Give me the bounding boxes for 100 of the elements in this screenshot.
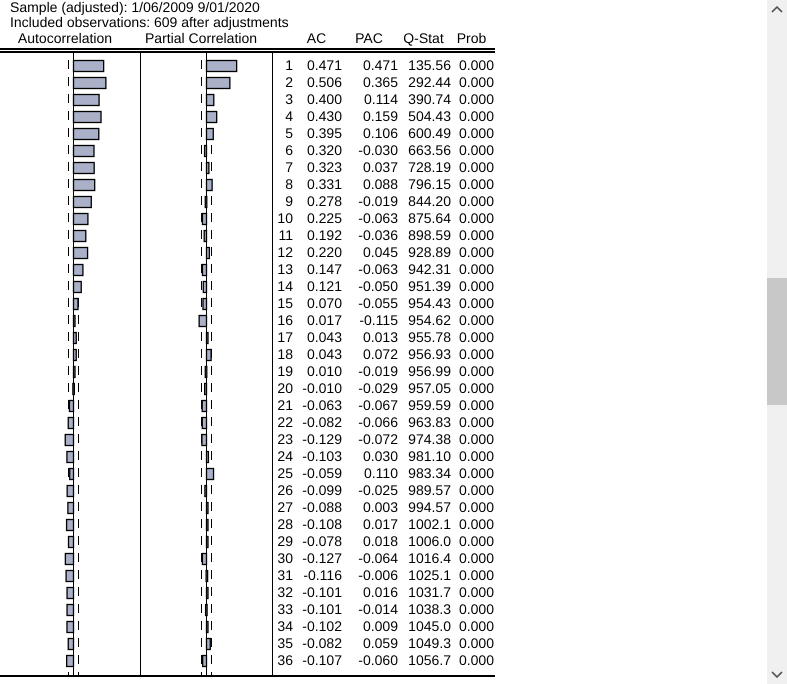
lag-cell-text: 27	[276, 499, 293, 516]
prob-cell-text: 0.000	[458, 601, 494, 618]
q-stat-cell-text: 1045.0	[407, 618, 451, 635]
lag-cell-text: 12	[276, 244, 293, 261]
ac-cell-text: -0.127	[301, 550, 342, 567]
ac-cell-text: -0.101	[301, 584, 342, 601]
scrollbar-thumb[interactable]	[767, 278, 787, 405]
prob-cell-text: 0.000	[458, 533, 494, 550]
ac-cell-text: -0.116	[302, 567, 342, 584]
q-stat-cell-text: 663.56	[407, 142, 451, 159]
observations-text: Included observations: 609 after adjustments	[9, 15, 290, 30]
prob-cell-text: 0.000	[458, 346, 494, 363]
q-stat-cell-text: 981.10	[407, 448, 451, 465]
ac-cell-text: -0.059	[301, 465, 342, 482]
prob-cell-text: 0.000	[458, 91, 494, 108]
q-stat-cell-text: 1016.4	[407, 550, 451, 567]
ac-cell-text: -0.101	[301, 601, 342, 618]
lag-cell-text: 23	[276, 431, 293, 448]
ac-cell-text: 0.147	[306, 261, 342, 278]
pac-cell-text: 0.018	[362, 533, 398, 550]
prob-cell-text: 0.000	[458, 193, 494, 210]
ac-cell-text: 0.017	[306, 312, 342, 329]
lag-cell-text: 25	[276, 465, 293, 482]
q-stat-cell-text: 504.43	[407, 108, 451, 125]
q-stat-cell-text: 983.34	[407, 465, 451, 482]
q-stat-cell-text: 875.64	[407, 210, 451, 227]
prob-cell-text: 0.000	[458, 482, 494, 499]
pac-cell-text: -0.063	[357, 261, 398, 278]
ac-cell-text: 0.121	[306, 278, 342, 295]
q-stat-cell-text: 600.49	[407, 125, 451, 142]
ac-cell-text: 0.278	[306, 193, 342, 210]
lag-cell-text: 2	[284, 74, 293, 91]
column-header: Prob	[456, 30, 488, 46]
ac-cell-text: 0.225	[306, 210, 342, 227]
ac-cell-text: -0.108	[301, 516, 342, 533]
ac-cell-text: 0.395	[306, 125, 342, 142]
lag-cell-text: 22	[276, 414, 293, 431]
column-header: Partial Correlation	[144, 30, 258, 46]
prob-cell-text: 0.000	[458, 176, 494, 193]
lag-cell-text: 7	[284, 159, 293, 176]
pac-cell-text: -0.115	[358, 312, 398, 329]
prob-cell-text: 0.000	[458, 57, 494, 74]
prob-cell-text: 0.000	[458, 652, 494, 669]
prob-cell-text: 0.000	[458, 74, 494, 91]
pac-cell-text: -0.067	[357, 397, 398, 414]
ac-cell-text: 0.070	[306, 295, 342, 312]
prob-cell-text: 0.000	[458, 261, 494, 278]
pac-cell-text: -0.006	[357, 567, 398, 584]
prob-cell-text: 0.000	[458, 363, 494, 380]
lag-cell-text: 31	[276, 567, 293, 584]
column-header: Autocorrelation	[16, 30, 114, 46]
pac-cell-text: -0.014	[357, 601, 398, 618]
prob-cell-text: 0.000	[458, 618, 494, 635]
lag-cell-text: 13	[276, 261, 293, 278]
prob-cell-text: 0.000	[458, 125, 494, 142]
lag-cell-text: 18	[276, 346, 293, 363]
q-stat-cell-text: 954.43	[407, 295, 451, 312]
lag-cell-text: 19	[276, 363, 293, 380]
ac-cell-text: -0.088	[301, 499, 342, 516]
lag-cell-text: 15	[276, 295, 293, 312]
lag-cell-text: 36	[276, 652, 293, 669]
q-stat-cell-text: 957.05	[407, 380, 451, 397]
pac-cell-text: -0.064	[357, 550, 398, 567]
lag-cell-text: 3	[284, 91, 293, 108]
pac-cell-text: -0.019	[357, 363, 398, 380]
ac-cell-text: 0.400	[306, 91, 342, 108]
lag-cell-text: 6	[284, 142, 293, 159]
prob-cell-text: 0.000	[458, 244, 494, 261]
ac-cell-text: -0.082	[301, 414, 342, 431]
ac-cell-text: -0.129	[301, 431, 342, 448]
pac-cell-text: 0.088	[362, 176, 398, 193]
q-stat-cell-text: 898.59	[407, 227, 451, 244]
lag-cell-text: 35	[276, 635, 293, 652]
prob-cell-text: 0.000	[458, 142, 494, 159]
q-stat-cell-text: 951.39	[407, 278, 451, 295]
q-stat-cell-text: 956.93	[407, 346, 451, 363]
scrollbar[interactable]	[767, 0, 787, 684]
prob-cell-text: 0.000	[458, 227, 494, 244]
ac-cell-text: -0.103	[301, 448, 342, 465]
q-stat-cell-text: 954.62	[407, 312, 451, 329]
q-stat-cell-text: 796.15	[407, 176, 451, 193]
pac-cell-text: 0.016	[362, 584, 398, 601]
prob-cell-text: 0.000	[458, 516, 494, 533]
pac-cell-text: -0.063	[357, 210, 398, 227]
ac-cell-text: -0.063	[301, 397, 342, 414]
pac-cell-text: -0.066	[357, 414, 398, 431]
ac-cell-text: 0.010	[306, 363, 342, 380]
prob-cell-text: 0.000	[458, 108, 494, 125]
q-stat-cell-text: 1031.7	[407, 584, 451, 601]
prob-cell-text: 0.000	[458, 210, 494, 227]
pac-cell-text: -0.050	[357, 278, 398, 295]
ac-cell-text: 0.323	[306, 159, 342, 176]
pac-cell-text: -0.019	[357, 193, 398, 210]
pac-cell-text: 0.017	[362, 516, 398, 533]
q-stat-cell-text: 1049.3	[407, 635, 451, 652]
ac-cell-text: -0.078	[301, 533, 342, 550]
pac-cell-text: 0.009	[362, 618, 398, 635]
pac-cell-text: -0.029	[357, 380, 398, 397]
pac-cell-text: 0.471	[362, 57, 398, 74]
ac-cell-text: 0.043	[306, 329, 342, 346]
